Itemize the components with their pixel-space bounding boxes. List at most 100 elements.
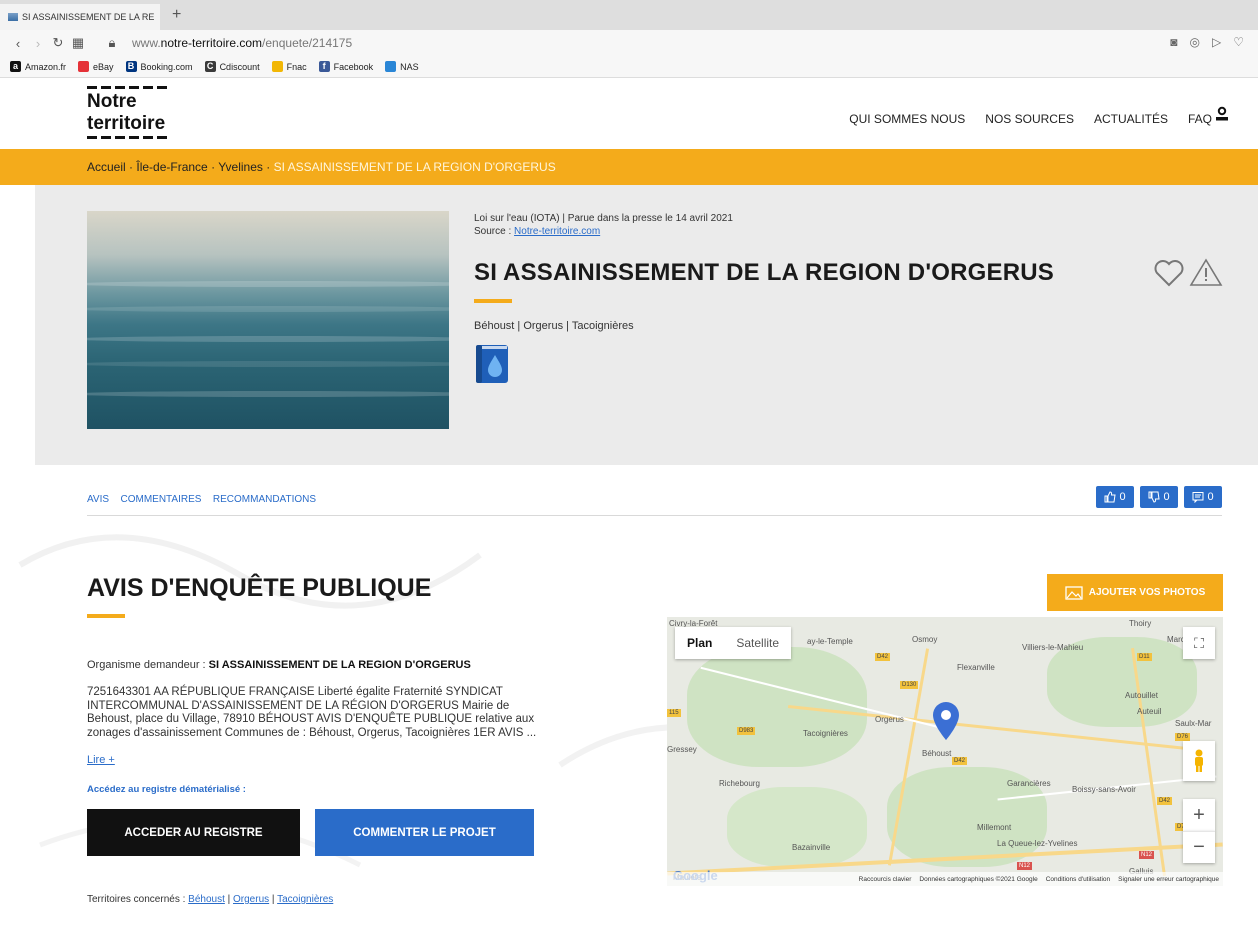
organisme-value: SI ASSAINISSEMENT DE LA REGION D'ORGERUS [208, 659, 471, 671]
organisme-demandeur: Organisme demandeur : SI ASSAINISSEMENT … [87, 659, 471, 671]
map-place-label: Millemont [977, 823, 1012, 832]
map-place-label: Richebourg [719, 779, 760, 788]
tab-avis[interactable]: AVIS [87, 494, 109, 505]
map-footer-shortcuts[interactable]: Raccourcis clavier [859, 876, 912, 883]
bookmark-label: Fnac [286, 61, 307, 72]
territoires-concernes: Territoires concernés : Béhoust | Orgeru… [87, 894, 333, 905]
map-pin-icon[interactable] [932, 701, 960, 741]
tab-commentaires[interactable]: COMMENTAIRES [121, 494, 202, 505]
map-place-label: Flexanville [957, 663, 995, 672]
camera-icon[interactable]: ◙ [1170, 35, 1177, 49]
forward-arrow-icon[interactable]: › [28, 36, 48, 51]
map-footer-report[interactable]: Signaler une erreur cartographique [1118, 876, 1219, 883]
breadcrumb-sep: · [207, 160, 219, 174]
reload-icon[interactable]: ↻ [48, 35, 68, 51]
bookmark-label: eBay [93, 61, 114, 72]
territoire-link-orgerus[interactable]: Orgerus [233, 894, 269, 905]
bookmark-booking-com[interactable]: B Booking.com [125, 61, 193, 72]
source-link[interactable]: Notre-territoire.com [514, 226, 600, 237]
map-place-label: Tacoignières [803, 729, 848, 738]
fnac-icon [271, 61, 283, 72]
location-map[interactable]: Civry-la-Forêt Osmoy Thoiry Marcq Villiers-l… [667, 617, 1223, 886]
new-tab-button[interactable]: + [172, 6, 181, 24]
nav-faq[interactable]: FAQ [1188, 112, 1212, 126]
map-place-label: Garancières [1007, 779, 1051, 788]
bookmark-label: NAS [400, 61, 419, 72]
grid-icon[interactable]: ▦ [68, 35, 88, 51]
section-accent-bar [87, 614, 125, 618]
dislike-button[interactable]: 0 [1140, 486, 1178, 508]
dislike-count: 0 [1163, 491, 1170, 503]
map-place-label: Villiers-le-Mahieu [1022, 643, 1084, 652]
map-green-area [727, 787, 867, 867]
commenter-projet-button[interactable]: COMMENTER LE PROJET [315, 809, 534, 856]
map-type-plan[interactable]: Plan [675, 627, 724, 659]
ajouter-photos-button[interactable]: AJOUTER VOS PHOTOS [1047, 574, 1223, 611]
map-road-badge: D11 [1137, 653, 1152, 661]
project-meta: Loi sur l'eau (IOTA) | Parue dans la pre… [474, 212, 733, 238]
breadcrumb-dept[interactable]: Yvelines [218, 160, 263, 174]
favorite-heart-icon[interactable] [1153, 259, 1185, 287]
back-arrow-icon[interactable]: ‹ [8, 36, 28, 51]
bookmark-cdiscount[interactable]: C Cdiscount [204, 61, 260, 72]
logo-line2: territoire [87, 113, 166, 134]
bookmark-nas[interactable]: NAS [385, 61, 419, 72]
booking-icon: B [125, 61, 137, 72]
map-road-badge: D983 [737, 727, 756, 735]
ajouter-photos-label: AJOUTER VOS PHOTOS [1088, 587, 1206, 598]
amazon-icon: a [10, 61, 21, 72]
breadcrumb-home[interactable]: Accueil [87, 160, 126, 174]
tab-recommandations[interactable]: RECOMMANDATIONS [213, 494, 316, 505]
wave-deco [87, 361, 449, 367]
zoom-in-button[interactable]: + [1183, 799, 1215, 831]
shield-icon[interactable]: ◎ [1190, 35, 1200, 49]
wave-deco [87, 306, 449, 312]
site-logo[interactable]: Notre territoire [87, 86, 171, 139]
breadcrumb-region[interactable]: Île-de-France [136, 160, 207, 174]
thumbs-down-icon [1148, 491, 1161, 503]
toolbar-actions: ◙ ◎ ▷ ♡ [1170, 35, 1244, 49]
territoires-label: Territoires concernés : [87, 894, 189, 905]
like-count: 0 [1119, 491, 1126, 503]
territoire-link-behoust[interactable]: Béhoust [188, 894, 225, 905]
comments-button[interactable]: 0 [1184, 486, 1222, 508]
play-icon[interactable]: ▷ [1212, 35, 1221, 49]
map-type-satellite[interactable]: Satellite [724, 627, 791, 659]
like-button[interactable]: 0 [1096, 486, 1134, 508]
fullscreen-icon[interactable]: ⛶ [1183, 627, 1215, 659]
url-field[interactable]: www.notre-territoire.com/enquete/214175 [132, 36, 352, 50]
site-header: Notre territoire QUI SOMMES NOUS NOS SOU… [0, 78, 1258, 150]
territoire-link-tacoignieres[interactable]: Tacoignières [277, 894, 333, 905]
browser-tabbar: SI ASSAINISSEMENT DE LA RE + [0, 0, 1258, 30]
zoom-out-button[interactable]: − [1183, 831, 1215, 863]
nav-nos-sources[interactable]: NOS SOURCES [985, 112, 1074, 126]
water-book-icon [476, 345, 508, 383]
bookmark-facebook[interactable]: f Facebook [318, 61, 373, 72]
browser-tab-active[interactable]: SI ASSAINISSEMENT DE LA RE [0, 4, 160, 30]
map-road-badge: D42 [875, 653, 891, 661]
breadcrumb-sep: · [125, 160, 137, 174]
map-road-badge: 115 [667, 709, 681, 717]
acceder-registre-button[interactable]: ACCEDER AU REGISTRE [87, 809, 300, 856]
map-place-label: Gressey [667, 745, 697, 754]
map-place-label: Saulx-Mar [1175, 719, 1212, 728]
map-footer: Raccourcis clavier Données cartographiqu… [667, 872, 1223, 886]
meta-line: Loi sur l'eau (IOTA) | Parue dans la pre… [474, 213, 733, 224]
nav-actualites[interactable]: ACTUALITÉS [1094, 112, 1168, 126]
report-warning-icon[interactable] [1189, 257, 1223, 287]
nav-qui-sommes-nous[interactable]: QUI SOMMES NOUS [849, 112, 965, 126]
street-view-pegman-icon[interactable] [1183, 741, 1215, 781]
user-icon[interactable] [1214, 106, 1230, 122]
bookmark-label: Amazon.fr [25, 61, 67, 72]
map-footer-data: Données cartographiques ©2021 Google [919, 875, 1038, 883]
bookmark-ebay[interactable]: eBay [78, 61, 114, 72]
map-place-label: Osmoy [912, 635, 938, 644]
main-nav: QUI SOMMES NOUS NOS SOURCES ACTUALITÉS F… [849, 112, 1212, 126]
read-more-link[interactable]: Lire + [87, 754, 115, 766]
map-footer-terms[interactable]: Conditions d'utilisation [1046, 876, 1110, 883]
bookmark-fnac[interactable]: Fnac [271, 61, 307, 72]
breadcrumb-current: SI ASSAINISSEMENT DE LA REGION D'ORGERUS [273, 160, 556, 174]
heart-outline-icon[interactable]: ♡ [1233, 35, 1244, 49]
bookmark-amazon-fr[interactable]: a Amazon.fr [10, 61, 66, 72]
avis-body-text: 7251643301 AA RÉPUBLIQUE FRANÇAISE Liber… [87, 686, 537, 739]
